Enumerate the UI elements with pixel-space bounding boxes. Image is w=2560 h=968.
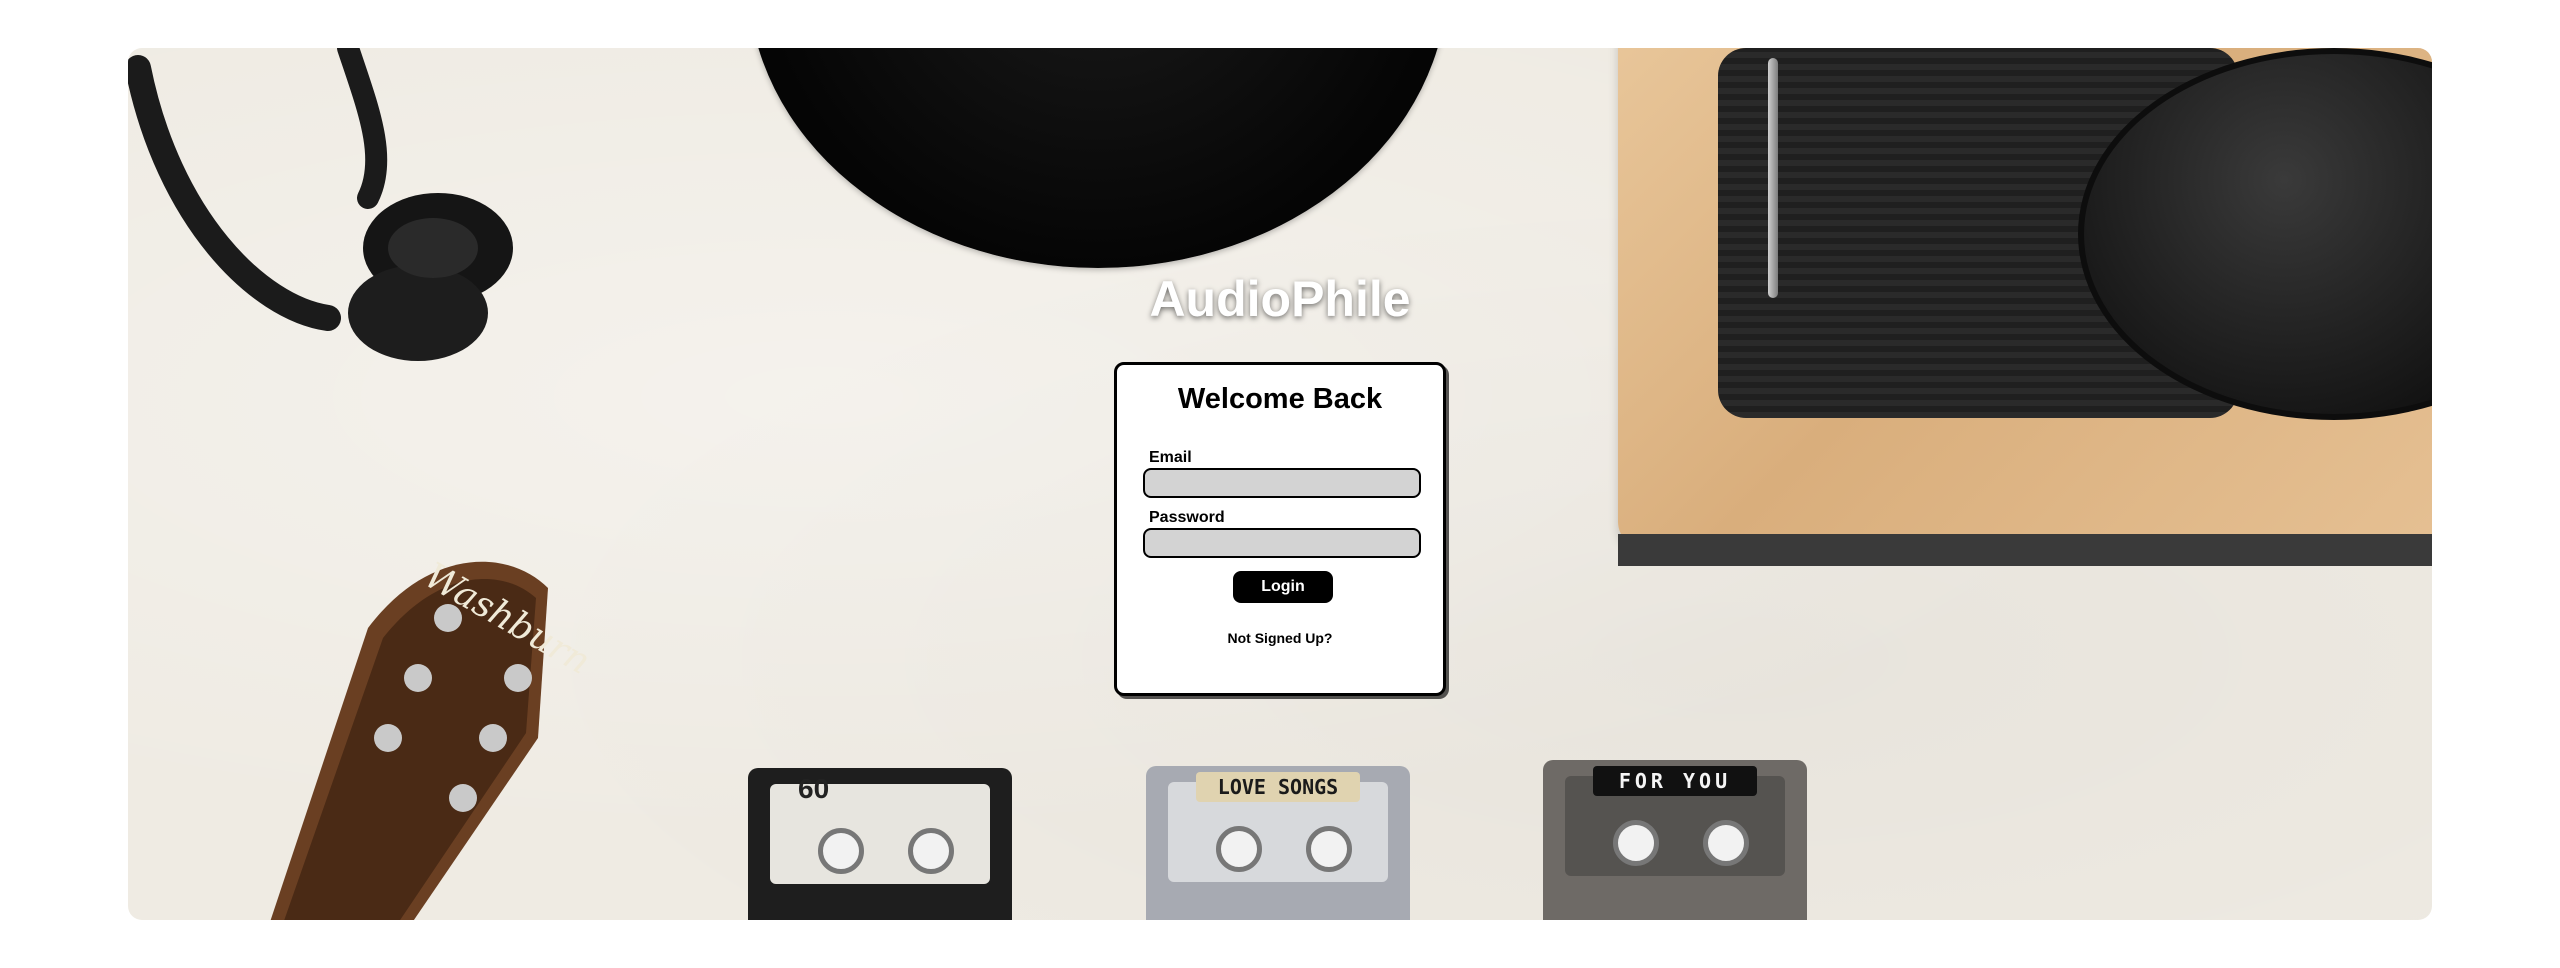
cassette-1-label: 60 [798, 773, 830, 804]
guitar-headstock-image: Washburn [270, 555, 597, 920]
headphones-image [128, 48, 513, 361]
cassette-2-label: LOVE SONGS [1196, 772, 1360, 802]
signup-link[interactable]: Not Signed Up? [1117, 630, 1443, 646]
password-label: Password [1149, 509, 1225, 526]
cassette-tape-2: LOVE SONGS [1146, 766, 1410, 920]
email-label: Email [1149, 449, 1192, 466]
brand-title: AudioPhile [1149, 271, 1411, 327]
turntable-base [1618, 534, 2432, 566]
cassette-tape-3: FOR YOU [1543, 760, 1807, 920]
tonearm [1768, 58, 1778, 298]
email-input[interactable] [1143, 468, 1421, 498]
password-input[interactable] [1143, 528, 1421, 558]
cassette-3-label: FOR YOU [1593, 766, 1757, 796]
login-heading: Welcome Back [1177, 383, 1383, 415]
login-form: Welcome Back Email Password Login Not Si… [1114, 362, 1446, 696]
cassette-tape-1: 60 [748, 768, 1012, 920]
login-button[interactable]: Login [1233, 571, 1333, 603]
vinyl-record-image [748, 48, 1448, 268]
